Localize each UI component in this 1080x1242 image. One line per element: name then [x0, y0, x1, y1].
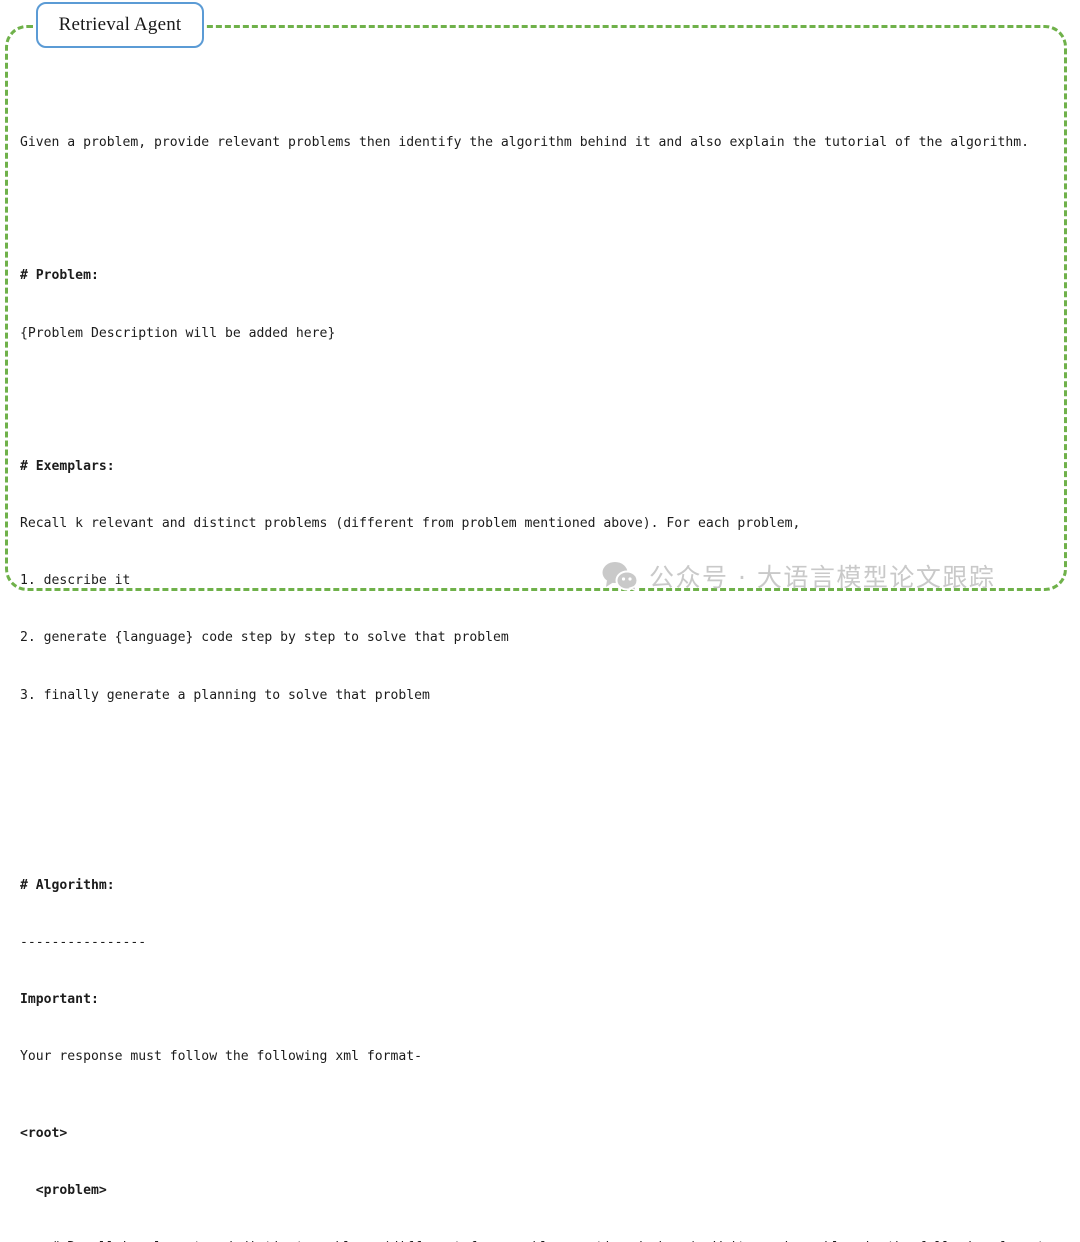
prompt-line-spacer: [20, 743, 1080, 762]
prompt-line-exemplar-step-1: 1. describe it: [20, 573, 131, 589]
prompt-text-block: Given a problem, provide relevant proble…: [20, 76, 1080, 1242]
prompt-line-intro: Given a problem, provide relevant proble…: [20, 135, 1030, 151]
agent-title-chip: Retrieval Agent: [36, 2, 204, 48]
prompt-line-format-note: Your response must follow the following …: [20, 1049, 423, 1065]
prompt-heading-problem: # Problem:: [20, 266, 1080, 285]
prompt-line-exemplar-step-3: 3. finally generate a planning to solve …: [20, 687, 430, 703]
prompt-heading-exemplars: # Exemplars:: [20, 457, 1080, 476]
problem-heading-text: # Problem:: [20, 268, 99, 284]
xml-line-problem-comment: # Recall k relevant and distinct problem…: [20, 1238, 1080, 1242]
exemplars-heading-text: # Exemplars:: [20, 458, 115, 474]
prompt-line-spacer: [20, 190, 1080, 209]
prompt-panel: Given a problem, provide relevant proble…: [5, 25, 1067, 1242]
algorithm-heading-text: # Algorithm:: [20, 877, 115, 893]
prompt-divider: ----------------: [20, 935, 147, 951]
prompt-label-important: Important:: [20, 990, 1080, 1009]
prompt-heading-algorithm: # Algorithm:: [20, 876, 1080, 895]
prompt-line-exemplars-intro: Recall k relevant and distinct problems …: [20, 516, 801, 532]
important-label-text: Important:: [20, 992, 99, 1008]
xml-tag-root-open: <root>: [20, 1125, 68, 1141]
xml-line-problem-open: <problem>: [20, 1181, 1080, 1200]
prompt-line-spacer: [20, 381, 1080, 400]
prompt-line-problem-placeholder: {Problem Description will be added here}: [20, 325, 336, 341]
agent-title-label: Retrieval Agent: [58, 14, 182, 35]
prompt-line-exemplar-step-2: 2. generate {language} code step by step…: [20, 630, 509, 646]
prompt-line-spacer: [20, 800, 1080, 819]
xml-tag-problem-open: <problem>: [20, 1182, 107, 1198]
xml-line-root-open: <root>: [20, 1124, 1080, 1143]
